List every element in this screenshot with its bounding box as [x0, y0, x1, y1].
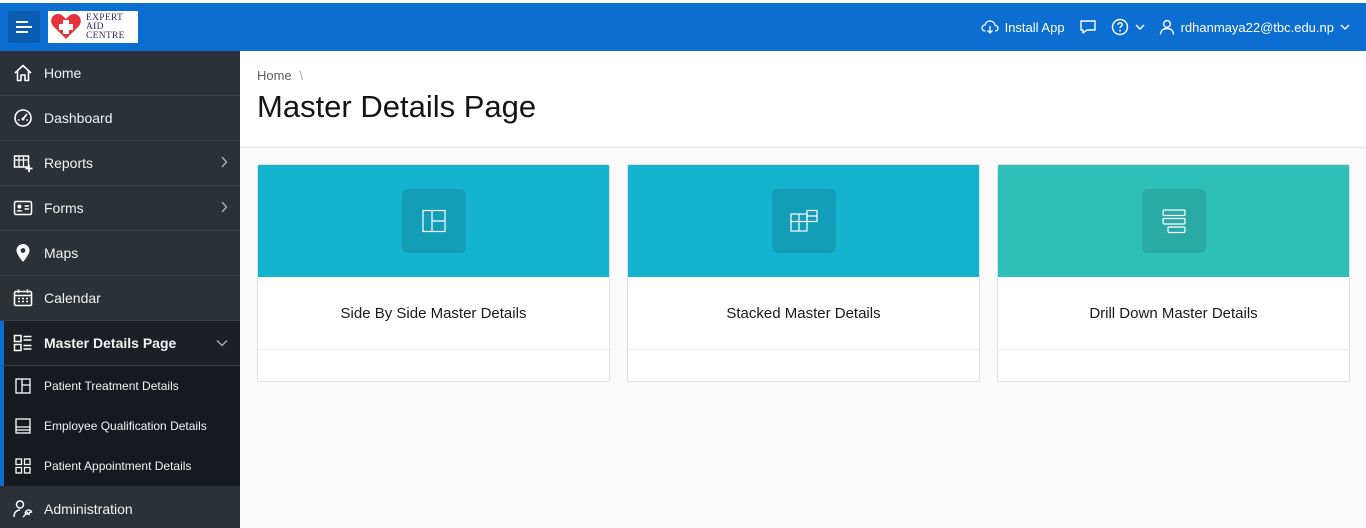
- install-app-label: Install App: [1004, 19, 1065, 35]
- user-menu-button[interactable]: rdhanmaya22@tbc.edu.np: [1159, 19, 1350, 35]
- chat-bubble-icon: [1079, 20, 1096, 34]
- breadcrumb-home-link[interactable]: Home: [257, 68, 292, 83]
- split-columns-icon: [12, 375, 34, 397]
- menu-toggle-button[interactable]: [8, 11, 40, 43]
- side-by-side-icon: [401, 189, 466, 253]
- sidebar-subitem-label: Patient Treatment Details: [44, 379, 179, 393]
- sidebar-subitem-patient-treatment-details[interactable]: Patient Treatment Details: [0, 366, 240, 406]
- user-icon: [1159, 19, 1174, 35]
- master-detail-icon: [12, 332, 34, 354]
- user-wrench-icon: [12, 498, 34, 520]
- sidebar-item-home[interactable]: Home: [0, 51, 240, 96]
- breadcrumb-separator: \: [299, 68, 303, 83]
- id-card-icon: [12, 197, 34, 219]
- sidebar-item-label: Reports: [44, 155, 94, 171]
- sidebar-item-calendar[interactable]: Calendar: [0, 276, 240, 321]
- sidebar-item-label: Master Details Page: [44, 335, 177, 351]
- question-circle-icon: [1111, 18, 1128, 36]
- sidebar-item-label: Forms: [44, 200, 84, 216]
- chevron-down-icon: [1340, 24, 1350, 30]
- sidebar-item-maps[interactable]: Maps: [0, 231, 240, 276]
- cloud-download-icon: [980, 20, 999, 34]
- card-banner: [628, 165, 979, 277]
- app-logo[interactable]: EXPERT AID CENTRE: [48, 11, 138, 43]
- sidebar-subitem-label: Employee Qualification Details: [44, 419, 207, 433]
- stacked-panel-icon: [12, 415, 34, 437]
- page-title: Master Details Page: [257, 89, 537, 124]
- gauge-icon: [12, 107, 34, 129]
- chevron-right-icon: [221, 201, 228, 213]
- calendar-icon: [12, 287, 34, 309]
- sidebar-subitem-patient-appointment-details[interactable]: Patient Appointment Details: [0, 446, 240, 486]
- card-title: Side By Side Master Details: [258, 277, 609, 350]
- feedback-button[interactable]: [1079, 19, 1097, 35]
- sidebar-item-label: Maps: [44, 245, 79, 261]
- logo-text: EXPERT AID CENTRE: [86, 12, 125, 41]
- main-content: Home \ Master Details Page Side By Side …: [240, 51, 1366, 528]
- stacked-icon: [771, 189, 836, 253]
- sidebar-item-label: Calendar: [44, 290, 101, 306]
- card-banner: [258, 165, 609, 277]
- install-app-button[interactable]: Install App: [980, 19, 1065, 35]
- card-stacked-master-details[interactable]: Stacked Master Details: [627, 164, 980, 382]
- sidebar-item-dashboard[interactable]: Dashboard: [0, 96, 240, 141]
- sidebar-subitem-label: Patient Appointment Details: [44, 459, 192, 473]
- sidebar-item-master-details-page[interactable]: Master Details Page: [0, 321, 240, 366]
- map-pin-icon: [12, 242, 34, 264]
- drill-down-icon: [1141, 189, 1206, 253]
- sidebar-item-forms[interactable]: Forms: [0, 186, 240, 231]
- card-side-by-side-master-details[interactable]: Side By Side Master Details: [257, 164, 610, 382]
- top-header: EXPERT AID CENTRE Install App rdhanmaya2…: [0, 0, 1366, 51]
- grid-icon: [12, 455, 34, 477]
- chevron-down-icon: [216, 340, 228, 347]
- card-list: Side By Side Master Details Stacked Mast…: [257, 164, 1350, 382]
- page-title-bar: Home \ Master Details Page: [240, 51, 1366, 148]
- table-add-icon: [12, 152, 34, 174]
- sidebar-item-label: Administration: [44, 500, 133, 517]
- sidebar-nav: Home Dashboard Reports Forms Maps Calend…: [0, 51, 240, 528]
- heart-cross-icon: [51, 14, 81, 39]
- card-title: Drill Down Master Details: [998, 277, 1349, 350]
- sidebar-item-reports[interactable]: Reports: [0, 141, 240, 186]
- chevron-right-icon: [221, 156, 228, 168]
- help-menu-button[interactable]: [1111, 18, 1145, 36]
- card-drill-down-master-details[interactable]: Drill Down Master Details: [997, 164, 1350, 382]
- sidebar-item-label: Home: [44, 65, 82, 81]
- sidebar-subitem-employee-qualification-details[interactable]: Employee Qualification Details: [0, 406, 240, 446]
- chevron-down-icon: [1135, 24, 1145, 30]
- sidebar-item-label: Dashboard: [44, 110, 113, 126]
- user-email: rdhanmaya22@tbc.edu.np: [1180, 19, 1334, 35]
- breadcrumb: Home \: [257, 51, 1366, 83]
- home-icon: [12, 62, 34, 84]
- card-title: Stacked Master Details: [628, 277, 979, 350]
- card-banner: [998, 165, 1349, 277]
- sidebar-item-administration[interactable]: Administration: [0, 486, 240, 528]
